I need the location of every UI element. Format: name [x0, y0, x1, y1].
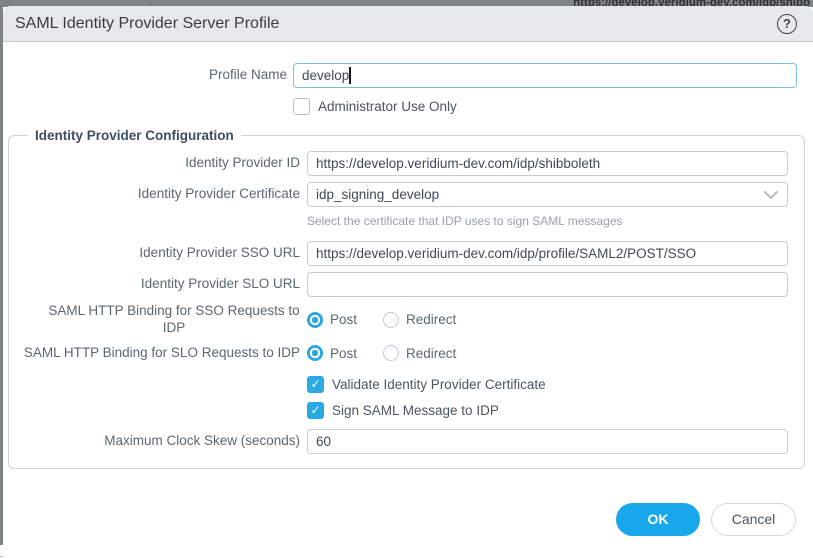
profile-name-row: Profile Name [3, 63, 813, 88]
slo-binding-post-radio[interactable]: Post [307, 345, 357, 361]
radio-icon[interactable] [383, 345, 399, 361]
certificate-help-row: Select the certificate that IDP uses to … [20, 213, 788, 241]
slo-binding-redirect-radio[interactable]: Redirect [383, 345, 456, 361]
checkbox-icon[interactable]: ✓ [307, 376, 324, 393]
radio-icon[interactable] [307, 345, 323, 361]
administrator-use-only-label: Administrator Use Only [318, 99, 457, 114]
section-legend: Identity Provider Configuration [28, 128, 241, 143]
sign-saml-message-checkbox[interactable]: ✓ Sign SAML Message to IDP [307, 402, 499, 419]
profile-name-label: Profile Name [3, 67, 287, 84]
sign-saml-message-row: ✓ Sign SAML Message to IDP [20, 402, 788, 419]
validate-certificate-row: ✓ Validate Identity Provider Certificate [20, 376, 788, 393]
dialog-body: Profile Name Administrator Use Only Iden… [3, 42, 813, 558]
ok-button[interactable]: OK [616, 503, 700, 536]
checkbox-icon[interactable] [293, 98, 310, 115]
sign-saml-message-label: Sign SAML Message to IDP [332, 403, 499, 418]
text-caret [349, 67, 351, 84]
identity-provider-sso-url-input[interactable] [307, 241, 788, 266]
slo-binding-radio-group: Post Redirect [307, 345, 456, 361]
dropdown-selected-value: idp_signing_develop [316, 187, 763, 202]
sso-binding-label: SAML HTTP Binding for SSO Requests to ID… [20, 303, 300, 337]
identity-provider-id-input[interactable] [307, 151, 788, 176]
sso-binding-post-radio[interactable]: Post [307, 312, 357, 328]
identity-provider-certificate-dropdown[interactable]: idp_signing_develop [307, 182, 788, 207]
slo-binding-row: SAML HTTP Binding for SLO Requests to ID… [20, 345, 788, 362]
identity-provider-sso-url-label: Identity Provider SSO URL [20, 245, 300, 262]
sso-binding-redirect-radio[interactable]: Redirect [383, 312, 456, 328]
administrator-use-only-row: Administrator Use Only [3, 98, 813, 115]
administrator-use-only-checkbox[interactable]: Administrator Use Only [293, 98, 457, 115]
identity-provider-certificate-label: Identity Provider Certificate [20, 186, 300, 203]
sso-binding-radio-group: Post Redirect [307, 312, 456, 328]
slo-binding-label: SAML HTTP Binding for SLO Requests to ID… [20, 345, 300, 362]
identity-provider-id-row: Identity Provider ID [20, 151, 788, 176]
help-icon[interactable]: ? [777, 14, 797, 34]
identity-provider-slo-url-label: Identity Provider SLO URL [20, 276, 300, 293]
dialog-title: SAML Identity Provider Server Profile [15, 15, 777, 33]
checkbox-icon[interactable]: ✓ [307, 402, 324, 419]
identity-provider-slo-url-input[interactable] [307, 272, 788, 297]
identity-provider-id-label: Identity Provider ID [20, 155, 300, 172]
maximum-clock-skew-input[interactable] [307, 429, 788, 454]
maximum-clock-skew-row: Maximum Clock Skew (seconds) [20, 429, 788, 454]
saml-idp-server-profile-dialog: SAML Identity Provider Server Profile ? … [3, 6, 813, 558]
identity-provider-slo-url-row: Identity Provider SLO URL [20, 272, 788, 297]
sso-binding-row: SAML HTTP Binding for SSO Requests to ID… [20, 303, 788, 337]
chevron-down-icon [763, 190, 779, 200]
profile-name-input[interactable] [293, 63, 797, 88]
radio-icon[interactable] [383, 312, 399, 328]
identity-provider-certificate-row: Identity Provider Certificate idp_signin… [20, 182, 788, 207]
validate-certificate-label: Validate Identity Provider Certificate [332, 377, 546, 392]
cancel-button[interactable]: Cancel [711, 503, 796, 536]
dialog-footer: OK Cancel [3, 503, 813, 536]
validate-certificate-checkbox[interactable]: ✓ Validate Identity Provider Certificate [307, 376, 546, 393]
radio-icon[interactable] [307, 312, 323, 328]
identity-provider-sso-url-row: Identity Provider SSO URL [20, 241, 788, 266]
identity-provider-configuration-section: Identity Provider Configuration Identity… [8, 128, 805, 469]
maximum-clock-skew-label: Maximum Clock Skew (seconds) [20, 433, 300, 450]
certificate-help-text: Select the certificate that IDP uses to … [307, 213, 788, 228]
dialog-titlebar: SAML Identity Provider Server Profile ? [3, 6, 813, 42]
